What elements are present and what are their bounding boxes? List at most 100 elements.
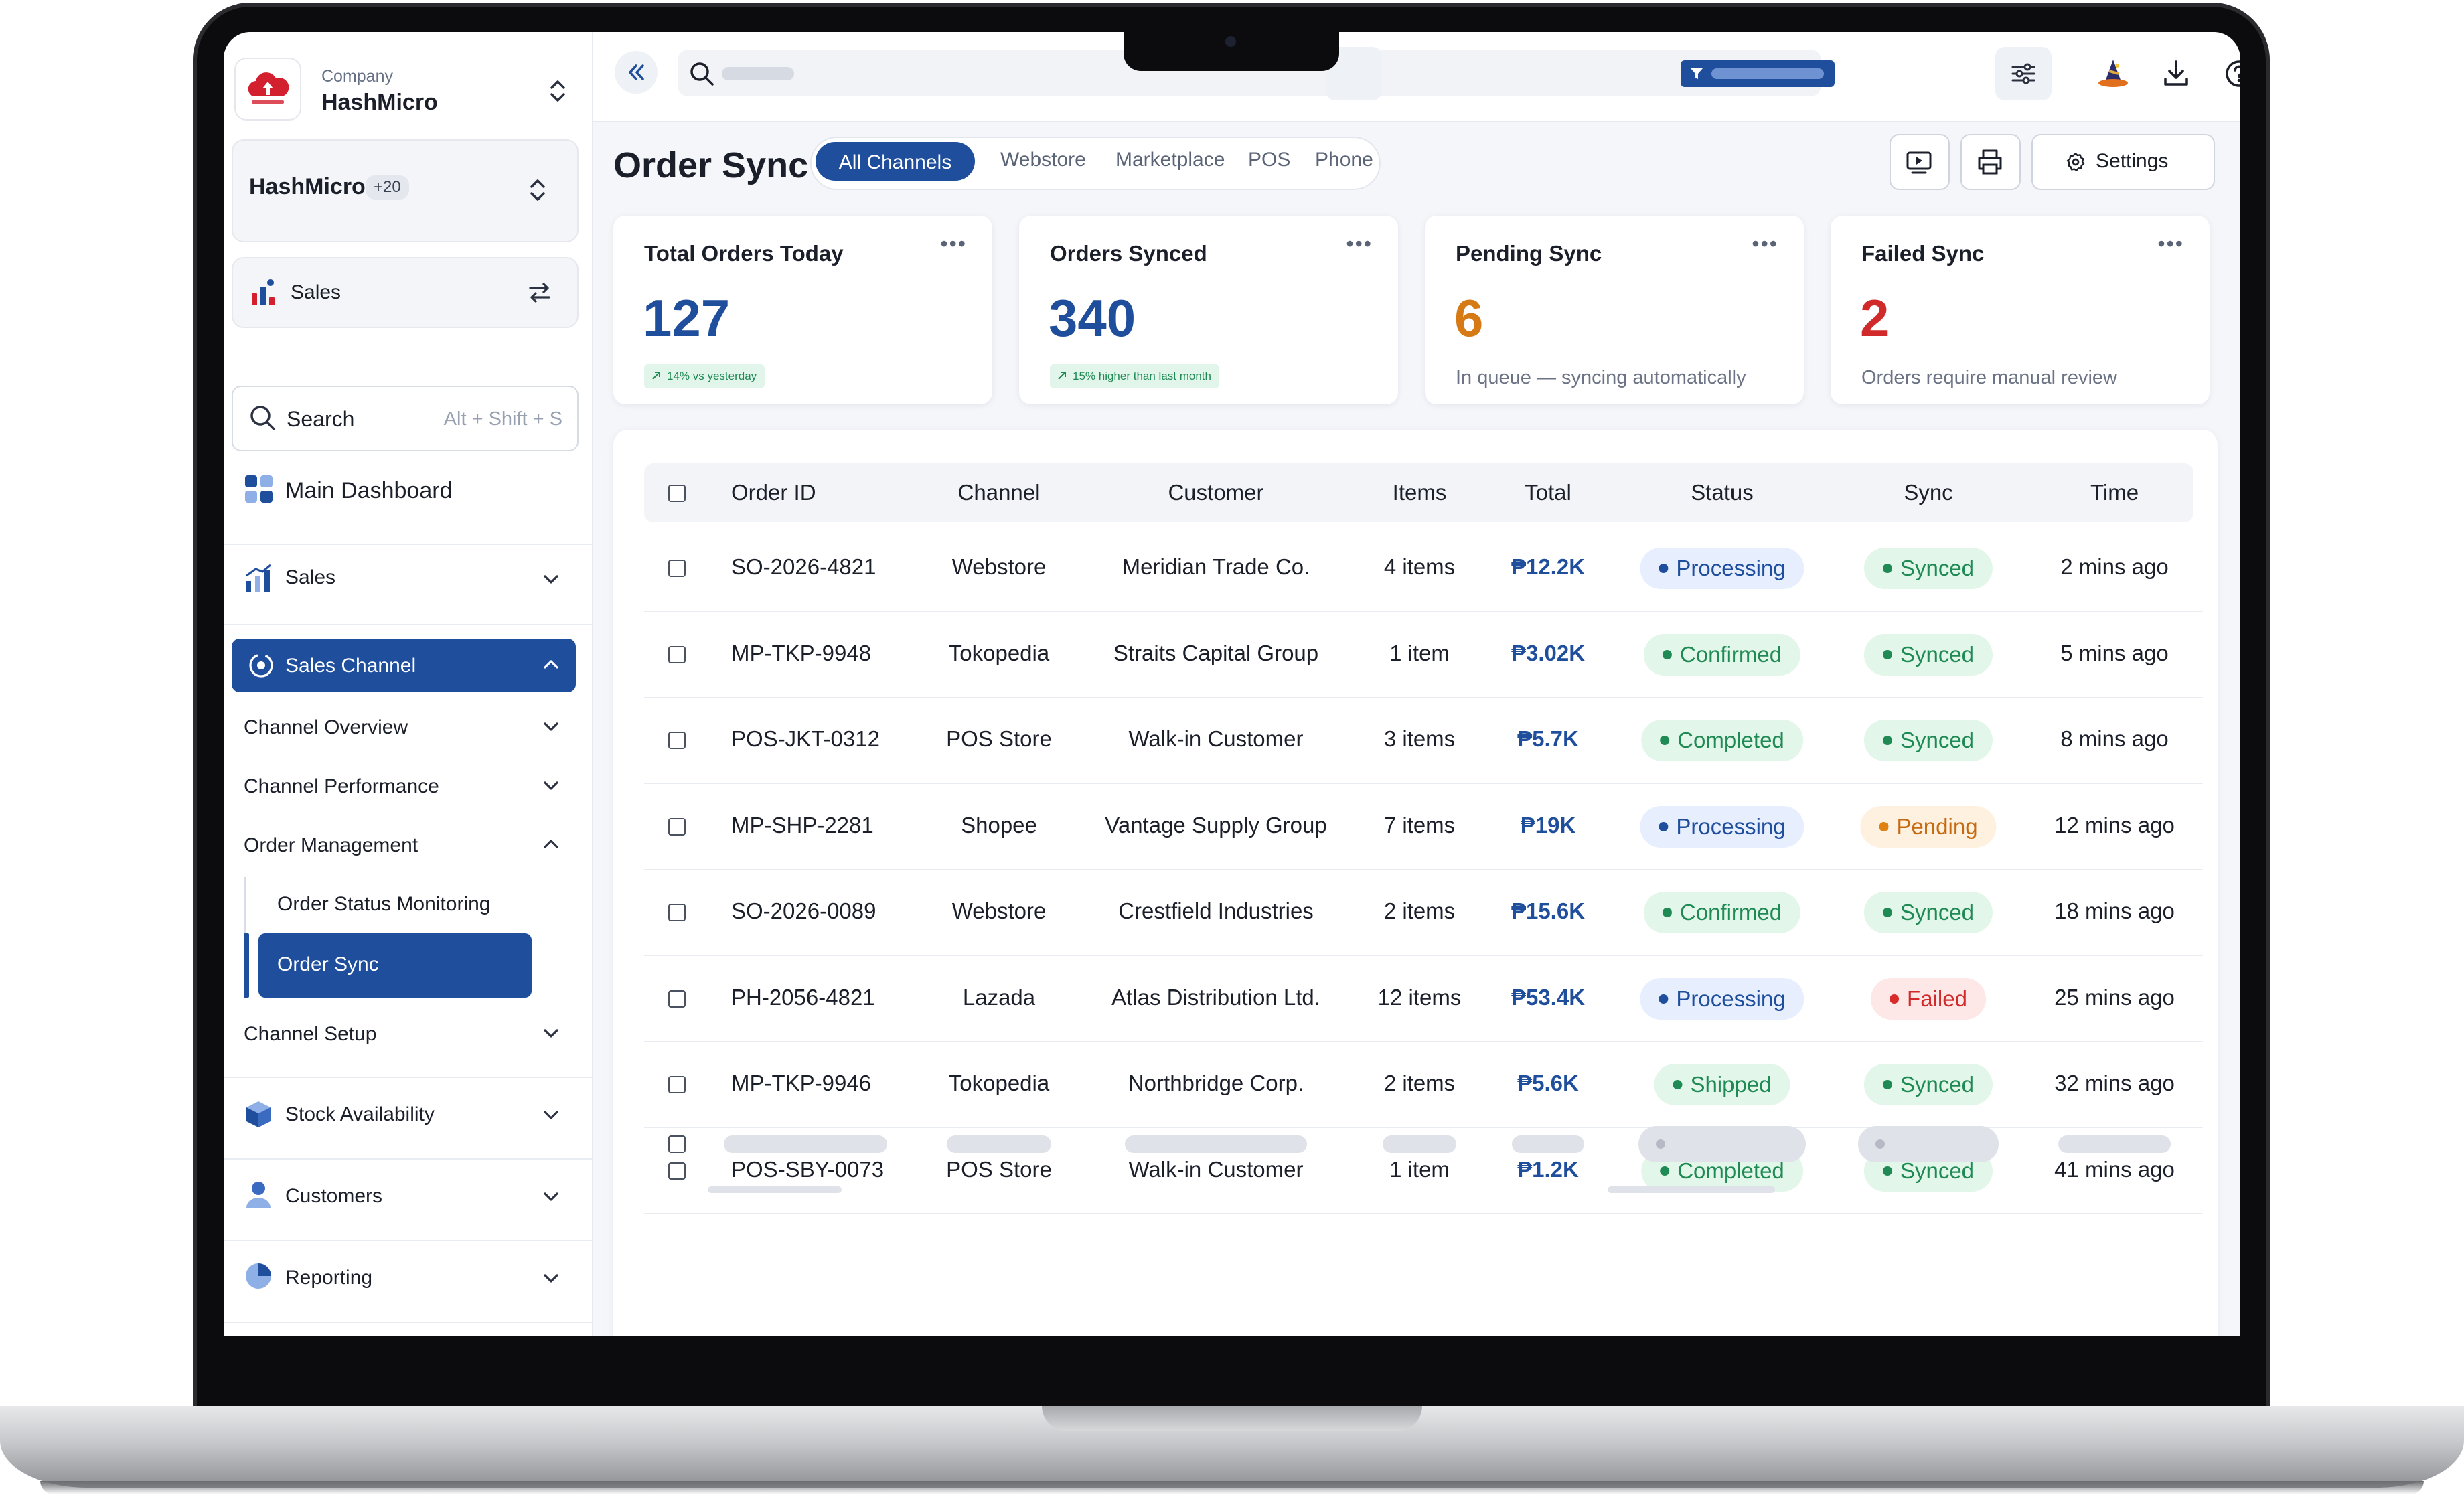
filter-chip[interactable] xyxy=(1681,60,1835,87)
table-row[interactable]: PH-2056-4821 Lazada Atlas Distribution Ltd… xyxy=(644,955,2203,1042)
tab-marketplace[interactable]: Marketplace xyxy=(1115,149,1225,171)
stat-title: Total Orders Today xyxy=(644,241,844,266)
company-name: HashMicro xyxy=(321,90,438,115)
tab-webstore[interactable]: Webstore xyxy=(1000,149,1086,171)
company-switcher[interactable]: Company HashMicro xyxy=(234,51,581,125)
sales-chart-icon xyxy=(252,279,275,305)
order-id[interactable]: PH-2056-4821 xyxy=(731,985,875,1010)
nav-channel-performance[interactable]: Channel Performance xyxy=(224,767,592,807)
table-row[interactable]: SO-2026-0089 Webstore Crestfield Industrie… xyxy=(644,869,2203,956)
more-icon[interactable]: ••• xyxy=(1346,232,1373,256)
stat-value: 127 xyxy=(643,289,730,347)
row-checkbox[interactable] xyxy=(668,732,686,749)
row-checkbox[interactable] xyxy=(668,817,686,836)
col-channel[interactable]: Channel xyxy=(958,480,1041,505)
row-checkbox[interactable] xyxy=(668,560,686,577)
status-badge: Completed xyxy=(1641,720,1803,761)
total: ₱19K xyxy=(1520,812,1576,838)
select-all-checkbox[interactable] xyxy=(668,485,686,502)
nav-customers[interactable]: Customers xyxy=(224,1178,592,1225)
more-icon[interactable]: ••• xyxy=(1752,232,1778,256)
nav-reporting[interactable]: Reporting xyxy=(224,1260,592,1307)
chevron-up-icon xyxy=(544,660,558,669)
row-checkbox[interactable] xyxy=(668,1135,686,1153)
row-checkbox[interactable] xyxy=(668,645,686,663)
time: 32 mins ago xyxy=(2054,1071,2175,1095)
download-icon[interactable] xyxy=(2160,58,2192,90)
tab-phone[interactable]: Phone xyxy=(1315,149,1373,171)
wizard-hat-icon[interactable] xyxy=(2097,58,2129,90)
nav-channel-overview[interactable]: Channel Overview xyxy=(224,708,592,748)
table-row[interactable]: MP-TKP-9948 Tokopedia Straits Capital Grou… xyxy=(644,611,2203,698)
col-status[interactable]: Status xyxy=(1691,480,1754,505)
slideshow-icon xyxy=(1906,151,1932,174)
status-dot-icon xyxy=(1890,994,1900,1004)
tab-all-channels[interactable]: All Channels xyxy=(816,142,975,181)
nav-order-status-monitoring[interactable]: Order Status Monitoring xyxy=(224,886,592,927)
search-icon xyxy=(690,62,714,86)
customer: Atlas Distribution Ltd. xyxy=(1111,984,1320,1010)
nav-order-management[interactable]: Order Management xyxy=(224,826,592,866)
order-id[interactable]: MP-TKP-9948 xyxy=(731,641,871,666)
order-id[interactable]: POS-JKT-0312 xyxy=(731,726,880,752)
more-icon[interactable]: ••• xyxy=(940,232,967,256)
help-icon[interactable] xyxy=(2223,58,2240,90)
print-button[interactable] xyxy=(1960,134,2021,190)
row-checkbox[interactable] xyxy=(668,904,686,921)
nav-main-dashboard[interactable]: Main Dashboard xyxy=(224,474,592,534)
col-order-id[interactable]: Order ID xyxy=(731,480,816,505)
chevron-down-icon xyxy=(544,1029,558,1038)
nav-sales-channel-label: Sales Channel xyxy=(285,655,416,677)
status-dot-icon xyxy=(1660,736,1670,745)
chevron-down-icon xyxy=(544,575,558,584)
chevron-updown-icon xyxy=(550,80,565,102)
table-row-skeleton xyxy=(644,1101,2203,1186)
table-row[interactable]: POS-JKT-0312 POS Store Walk-in Customer 3 i… xyxy=(644,697,2203,784)
row-checkbox[interactable] xyxy=(668,1076,686,1093)
order-id[interactable]: MP-TKP-9946 xyxy=(731,1071,871,1096)
row-checkbox[interactable] xyxy=(668,989,686,1008)
sidebar-search[interactable]: Search Alt + Shift + S xyxy=(232,386,579,451)
col-time[interactable]: Time xyxy=(2090,480,2139,505)
col-customer[interactable]: Customer xyxy=(1168,480,1263,505)
printer-icon xyxy=(1978,149,2002,175)
present-button[interactable] xyxy=(1890,134,1950,190)
status-badge: Processing xyxy=(1640,977,1804,1020)
time: 12 mins ago xyxy=(2054,812,2175,838)
table-row[interactable]: MP-SHP-2281 Shopee Vantage Supply Group 7 i… xyxy=(644,783,2203,870)
stat-title: Orders Synced xyxy=(1050,241,1207,266)
customer: Meridian Trade Co. xyxy=(1122,554,1310,579)
nav-stock-availability[interactable]: Stock Availability xyxy=(224,1097,592,1143)
collapse-sidebar-button[interactable] xyxy=(615,51,658,94)
stat-title: Pending Sync xyxy=(1456,241,1602,266)
nav-order-sync[interactable]: Order Sync xyxy=(258,933,532,998)
tab-pos[interactable]: POS xyxy=(1248,149,1290,171)
adjust-filters-button[interactable] xyxy=(1995,47,2052,100)
settings-button[interactable]: Settings xyxy=(2031,134,2215,190)
nav-channel-setup[interactable]: Channel Setup xyxy=(224,1016,592,1056)
nav-sales[interactable]: Sales xyxy=(224,561,592,608)
stat-card-failed-sync: Failed Sync ••• 2 Orders require manual … xyxy=(1831,216,2210,404)
order-id[interactable]: SO-2026-4821 xyxy=(731,554,876,580)
stat-card-total-orders: Total Orders Today ••• 127 14% vs yester… xyxy=(613,216,992,404)
chevron-down-icon xyxy=(544,1274,558,1283)
col-items[interactable]: Items xyxy=(1393,480,1447,505)
nav-sales-channel[interactable]: Sales Channel xyxy=(232,639,576,692)
table-row[interactable]: SO-2026-4821 Webstore Meridian Trade Co. 4 … xyxy=(644,525,2203,612)
col-sync[interactable]: Sync xyxy=(1904,480,1952,505)
stat-value: 2 xyxy=(1860,289,1890,347)
status-dot-icon xyxy=(1662,908,1672,917)
status-dot-icon xyxy=(1659,564,1669,573)
col-total[interactable]: Total xyxy=(1525,480,1571,505)
status-dot-icon xyxy=(1879,821,1889,831)
module-switcher[interactable]: Sales xyxy=(232,257,579,328)
total: ₱12.2K xyxy=(1511,554,1586,579)
trend-text: 14% vs yesterday xyxy=(667,370,757,382)
time: 5 mins ago xyxy=(2060,640,2169,665)
order-id[interactable]: MP-SHP-2281 xyxy=(731,813,874,838)
items: 2 items xyxy=(1383,1071,1456,1095)
order-id[interactable]: SO-2026-0089 xyxy=(731,898,876,924)
time: 25 mins ago xyxy=(2054,984,2175,1010)
more-icon[interactable]: ••• xyxy=(2157,232,2184,256)
workspace-switcher[interactable]: HashMicro +20 xyxy=(232,139,579,242)
